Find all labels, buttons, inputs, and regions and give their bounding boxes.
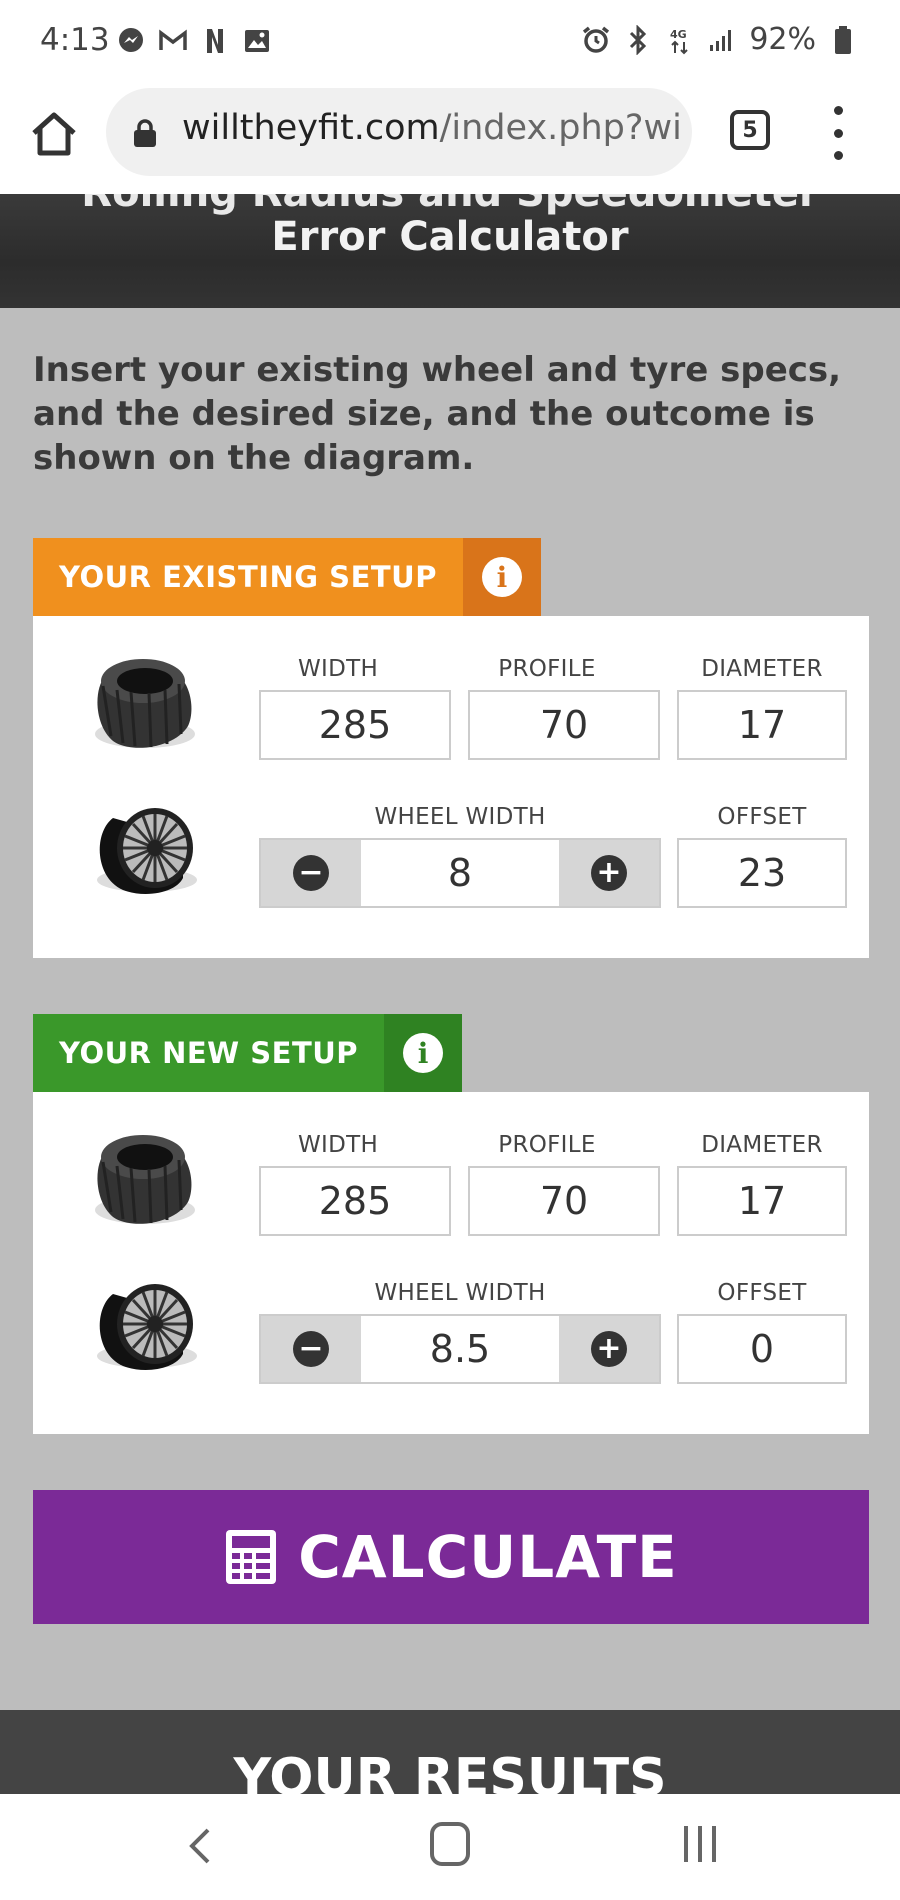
- decrement-button[interactable]: −: [261, 840, 361, 906]
- tyre-icon: [95, 659, 195, 748]
- new-setup-info-button[interactable]: i: [384, 1014, 463, 1092]
- new-offset-input[interactable]: 0: [677, 1314, 847, 1384]
- increment-button[interactable]: +: [559, 840, 659, 906]
- existing-setup-panel: WIDTH PROFILE DIAMETER 285 70 17 WHEEL W…: [33, 616, 869, 958]
- existing-width-input[interactable]: 285: [259, 690, 451, 760]
- plus-icon: +: [591, 1331, 627, 1367]
- wheel-icon: [97, 1284, 197, 1370]
- netflix-icon: [200, 26, 230, 56]
- signal-icon: [707, 25, 737, 55]
- home-icon: [32, 112, 76, 156]
- svg-text:4G: 4G: [670, 28, 687, 41]
- data-4g-icon: 4G: [665, 25, 695, 55]
- url-path: /index.php?wi: [439, 108, 682, 148]
- new-setup-panel: WIDTH PROFILE DIAMETER 285 70 17 WHEEL W…: [33, 1092, 869, 1434]
- battery-percent: 92%: [749, 22, 816, 57]
- width-label: WIDTH: [297, 656, 379, 682]
- wheel-icon: [97, 808, 197, 894]
- gmail-icon: [158, 26, 188, 56]
- lock-icon: [134, 119, 156, 147]
- diameter-label: DIAMETER: [701, 1132, 823, 1158]
- diameter-label: DIAMETER: [701, 656, 823, 682]
- back-icon[interactable]: [180, 1824, 220, 1868]
- existing-diameter-input[interactable]: 17: [677, 690, 847, 760]
- offset-label: OFFSET: [717, 1280, 807, 1306]
- wheel-width-label: WHEEL WIDTH: [374, 1280, 546, 1306]
- recents-icon[interactable]: [684, 1826, 716, 1862]
- new-diameter-input[interactable]: 17: [677, 1166, 847, 1236]
- battery-icon: [828, 25, 858, 55]
- minus-icon: −: [293, 1331, 329, 1367]
- new-wheel-width-input[interactable]: 8.5: [361, 1316, 559, 1382]
- plus-icon: +: [591, 855, 627, 891]
- new-setup-header: YOUR NEW SETUP i: [33, 1014, 463, 1092]
- tyre-icon: [95, 1135, 195, 1224]
- results-title: YOUR RESULTS: [233, 1748, 667, 1800]
- hero-title-line2: Error Calculator: [271, 214, 629, 260]
- nav-home-icon[interactable]: [430, 1822, 470, 1866]
- tab-switcher-button[interactable]: 5: [730, 110, 770, 150]
- existing-setup-title: YOUR EXISTING SETUP: [33, 538, 463, 616]
- page-hero: Rolling Radius and Speedometer Error Cal…: [0, 194, 900, 308]
- overflow-menu-button[interactable]: [826, 106, 850, 160]
- browser-toolbar: willtheyfit.com/index.php?wi 5: [0, 86, 900, 194]
- info-icon: i: [481, 557, 522, 597]
- intro-text: Insert your existing wheel and tyre spec…: [33, 350, 842, 478]
- messenger-icon: [116, 26, 146, 56]
- status-bar: 4:13 4G 92%: [0, 0, 900, 86]
- info-icon: i: [403, 1033, 444, 1073]
- existing-setup-header: YOUR EXISTING SETUP i: [33, 538, 541, 616]
- system-nav-bar: [0, 1794, 900, 1900]
- url-bar[interactable]: willtheyfit.com/index.php?wi: [106, 88, 692, 176]
- hero-title-line1: Rolling Radius and Speedometer: [0, 194, 900, 216]
- minus-icon: −: [293, 855, 329, 891]
- existing-wheel-width-input[interactable]: 8: [361, 840, 559, 906]
- offset-label: OFFSET: [717, 804, 807, 830]
- notification-icons: [116, 26, 272, 56]
- calculator-icon: [226, 1530, 277, 1584]
- bluetooth-icon: [623, 24, 653, 55]
- existing-setup-info-button[interactable]: i: [462, 538, 541, 616]
- existing-wheel-width-stepper: − 8 +: [259, 838, 661, 908]
- alarm-icon: [581, 25, 611, 55]
- url-domain: willtheyfit.com: [182, 108, 440, 148]
- gallery-icon: [242, 26, 272, 56]
- results-section: YOUR RESULTS: [0, 1710, 900, 1800]
- home-button[interactable]: [28, 108, 80, 160]
- system-icons: 4G 92%: [581, 22, 858, 57]
- url-text: willtheyfit.com/index.php?wi: [182, 108, 682, 148]
- new-width-input[interactable]: 285: [259, 1166, 451, 1236]
- profile-label: PROFILE: [498, 1132, 596, 1158]
- calculate-button[interactable]: CALCULATE: [33, 1490, 869, 1624]
- existing-profile-input[interactable]: 70: [468, 690, 660, 760]
- status-time: 4:13: [40, 22, 110, 58]
- existing-offset-input[interactable]: 23: [677, 838, 847, 908]
- wheel-width-label: WHEEL WIDTH: [374, 804, 546, 830]
- new-wheel-width-stepper: − 8.5 +: [259, 1314, 661, 1384]
- calculate-label: CALCULATE: [298, 1523, 678, 1591]
- decrement-button[interactable]: −: [261, 1316, 361, 1382]
- width-label: WIDTH: [297, 1132, 379, 1158]
- new-setup-title: YOUR NEW SETUP: [33, 1014, 385, 1092]
- new-profile-input[interactable]: 70: [468, 1166, 660, 1236]
- profile-label: PROFILE: [498, 656, 596, 682]
- increment-button[interactable]: +: [559, 1316, 659, 1382]
